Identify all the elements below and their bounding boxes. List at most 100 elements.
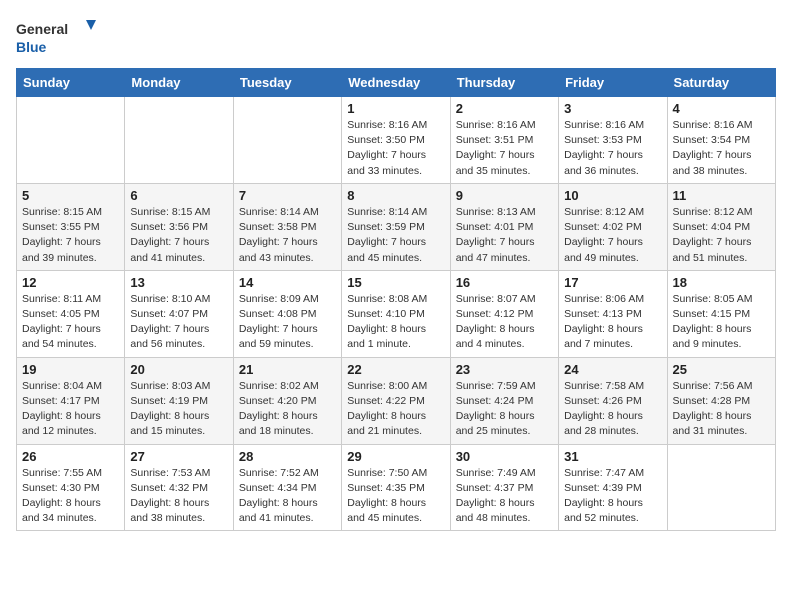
weekday-header-saturday: Saturday [667,69,775,97]
calendar-cell: 27 Sunrise: 7:53 AM Sunset: 4:32 PM Dayli… [125,444,233,531]
svg-text:General: General [16,21,68,37]
calendar-cell: 17 Sunrise: 8:06 AM Sunset: 4:13 PM Dayli… [559,270,667,357]
day-number: 29 [347,449,444,464]
calendar-week-2: 5 Sunrise: 8:15 AM Sunset: 3:55 PM Daylig… [17,183,776,270]
day-info: Sunrise: 7:49 AM Sunset: 4:37 PM Dayligh… [456,466,553,527]
day-number: 21 [239,362,336,377]
day-number: 5 [22,188,119,203]
calendar-cell: 12 Sunrise: 8:11 AM Sunset: 4:05 PM Dayli… [17,270,125,357]
day-info: Sunrise: 8:16 AM Sunset: 3:53 PM Dayligh… [564,118,661,179]
day-number: 4 [673,101,770,116]
day-info: Sunrise: 8:04 AM Sunset: 4:17 PM Dayligh… [22,379,119,440]
calendar-week-5: 26 Sunrise: 7:55 AM Sunset: 4:30 PM Dayli… [17,444,776,531]
calendar-cell [667,444,775,531]
day-number: 7 [239,188,336,203]
calendar-cell: 4 Sunrise: 8:16 AM Sunset: 3:54 PM Daylig… [667,97,775,184]
day-info: Sunrise: 8:05 AM Sunset: 4:15 PM Dayligh… [673,292,770,353]
day-number: 12 [22,275,119,290]
day-info: Sunrise: 8:08 AM Sunset: 4:10 PM Dayligh… [347,292,444,353]
calendar-cell: 6Sunrise: 8:15 AM Sunset: 3:56 PM Daylig… [125,183,233,270]
day-number: 15 [347,275,444,290]
day-number: 10 [564,188,661,203]
day-number: 24 [564,362,661,377]
calendar-cell: 5 Sunrise: 8:15 AM Sunset: 3:55 PM Daylig… [17,183,125,270]
calendar-cell: 2 Sunrise: 8:16 AM Sunset: 3:51 PM Daylig… [450,97,558,184]
calendar-cell: 20 Sunrise: 8:03 AM Sunset: 4:19 PM Dayli… [125,357,233,444]
calendar-cell [233,97,341,184]
calendar-cell: 24 Sunrise: 7:58 AM Sunset: 4:26 PM Dayli… [559,357,667,444]
day-info: Sunrise: 8:00 AM Sunset: 4:22 PM Dayligh… [347,379,444,440]
day-info: Sunrise: 8:02 AM Sunset: 4:20 PM Dayligh… [239,379,336,440]
day-number: 8 [347,188,444,203]
day-number: 31 [564,449,661,464]
day-info: Sunrise: 8:11 AM Sunset: 4:05 PM Dayligh… [22,292,119,353]
calendar-cell: 13 Sunrise: 8:10 AM Sunset: 4:07 PM Dayli… [125,270,233,357]
calendar-cell: 14 Sunrise: 8:09 AM Sunset: 4:08 PM Dayli… [233,270,341,357]
day-number: 20 [130,362,227,377]
day-info: Sunrise: 7:53 AM Sunset: 4:32 PM Dayligh… [130,466,227,527]
logo-svg: General Blue [16,16,96,60]
day-info: Sunrise: 8:14 AM Sunset: 3:58 PM Dayligh… [239,205,336,266]
day-number: 16 [456,275,553,290]
calendar-cell: 9Sunrise: 8:13 AM Sunset: 4:01 PM Daylig… [450,183,558,270]
day-number: 17 [564,275,661,290]
day-info: Sunrise: 7:58 AM Sunset: 4:26 PM Dayligh… [564,379,661,440]
day-info: Sunrise: 8:09 AM Sunset: 4:08 PM Dayligh… [239,292,336,353]
day-info: Sunrise: 8:15 AM Sunset: 3:56 PM Dayligh… [130,205,227,266]
day-info: Sunrise: 8:16 AM Sunset: 3:51 PM Dayligh… [456,118,553,179]
day-number: 11 [673,188,770,203]
day-info: Sunrise: 8:12 AM Sunset: 4:02 PM Dayligh… [564,205,661,266]
weekday-header-friday: Friday [559,69,667,97]
day-info: Sunrise: 8:07 AM Sunset: 4:12 PM Dayligh… [456,292,553,353]
day-number: 26 [22,449,119,464]
logo: General Blue [16,16,96,60]
weekday-header-row: SundayMondayTuesdayWednesdayThursdayFrid… [17,69,776,97]
day-number: 13 [130,275,227,290]
day-number: 19 [22,362,119,377]
weekday-header-tuesday: Tuesday [233,69,341,97]
day-info: Sunrise: 8:12 AM Sunset: 4:04 PM Dayligh… [673,205,770,266]
calendar-cell: 1Sunrise: 8:16 AM Sunset: 3:50 PM Daylig… [342,97,450,184]
calendar-cell: 7 Sunrise: 8:14 AM Sunset: 3:58 PM Daylig… [233,183,341,270]
calendar-cell: 21 Sunrise: 8:02 AM Sunset: 4:20 PM Dayli… [233,357,341,444]
day-info: Sunrise: 7:47 AM Sunset: 4:39 PM Dayligh… [564,466,661,527]
calendar-cell: 25Sunrise: 7:56 AM Sunset: 4:28 PM Dayli… [667,357,775,444]
page-header: General Blue [16,16,776,60]
day-number: 3 [564,101,661,116]
day-info: Sunrise: 7:50 AM Sunset: 4:35 PM Dayligh… [347,466,444,527]
day-number: 22 [347,362,444,377]
day-info: Sunrise: 8:16 AM Sunset: 3:54 PM Dayligh… [673,118,770,179]
day-info: Sunrise: 7:55 AM Sunset: 4:30 PM Dayligh… [22,466,119,527]
calendar-cell: 23Sunrise: 7:59 AM Sunset: 4:24 PM Dayli… [450,357,558,444]
calendar-cell: 30 Sunrise: 7:49 AM Sunset: 4:37 PM Dayli… [450,444,558,531]
day-info: Sunrise: 7:52 AM Sunset: 4:34 PM Dayligh… [239,466,336,527]
day-number: 18 [673,275,770,290]
calendar-cell: 19 Sunrise: 8:04 AM Sunset: 4:17 PM Dayli… [17,357,125,444]
calendar-cell: 3 Sunrise: 8:16 AM Sunset: 3:53 PM Daylig… [559,97,667,184]
weekday-header-thursday: Thursday [450,69,558,97]
day-number: 14 [239,275,336,290]
calendar-cell: 31 Sunrise: 7:47 AM Sunset: 4:39 PM Dayli… [559,444,667,531]
calendar-week-1: 1Sunrise: 8:16 AM Sunset: 3:50 PM Daylig… [17,97,776,184]
weekday-header-sunday: Sunday [17,69,125,97]
day-info: Sunrise: 8:15 AM Sunset: 3:55 PM Dayligh… [22,205,119,266]
day-number: 1 [347,101,444,116]
day-number: 27 [130,449,227,464]
day-info: Sunrise: 8:06 AM Sunset: 4:13 PM Dayligh… [564,292,661,353]
day-number: 23 [456,362,553,377]
day-number: 30 [456,449,553,464]
weekday-header-monday: Monday [125,69,233,97]
weekday-header-wednesday: Wednesday [342,69,450,97]
calendar-table: SundayMondayTuesdayWednesdayThursdayFrid… [16,68,776,531]
day-info: Sunrise: 8:14 AM Sunset: 3:59 PM Dayligh… [347,205,444,266]
calendar-cell: 22 Sunrise: 8:00 AM Sunset: 4:22 PM Dayli… [342,357,450,444]
calendar-week-4: 19 Sunrise: 8:04 AM Sunset: 4:17 PM Dayli… [17,357,776,444]
day-info: Sunrise: 8:10 AM Sunset: 4:07 PM Dayligh… [130,292,227,353]
calendar-cell: 28Sunrise: 7:52 AM Sunset: 4:34 PM Dayli… [233,444,341,531]
calendar-cell: 15 Sunrise: 8:08 AM Sunset: 4:10 PM Dayli… [342,270,450,357]
calendar-cell: 8 Sunrise: 8:14 AM Sunset: 3:59 PM Daylig… [342,183,450,270]
day-number: 25 [673,362,770,377]
day-info: Sunrise: 8:03 AM Sunset: 4:19 PM Dayligh… [130,379,227,440]
day-number: 2 [456,101,553,116]
calendar-cell: 10 Sunrise: 8:12 AM Sunset: 4:02 PM Dayli… [559,183,667,270]
